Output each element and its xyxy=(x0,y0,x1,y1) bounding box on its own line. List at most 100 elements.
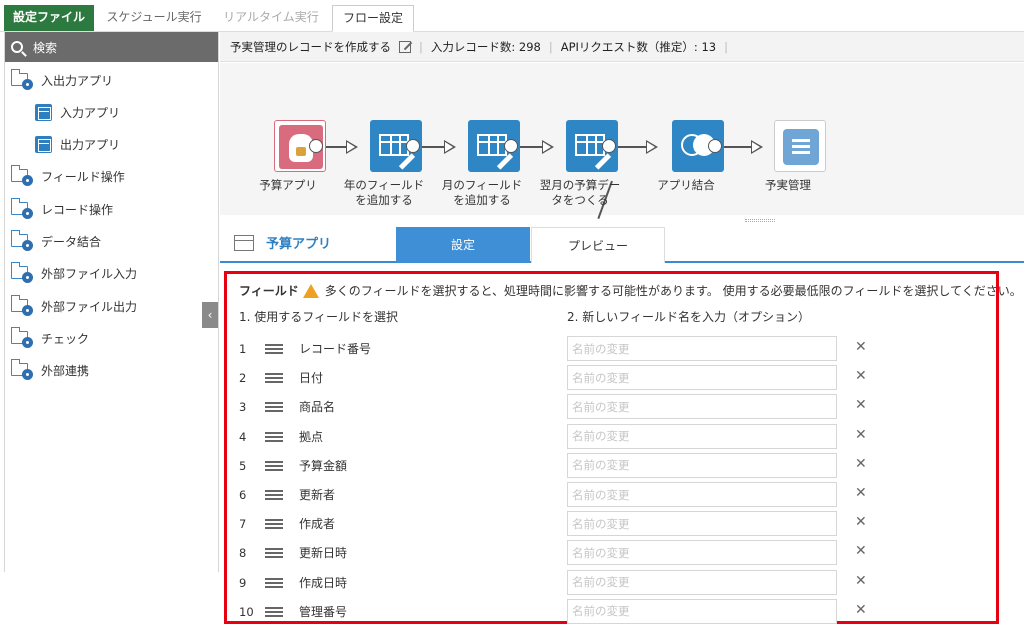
flow-node-app-join[interactable]: アプリ結合 xyxy=(657,120,736,193)
field-selection-panel: フィールド 多くのフィールドを選択すると、処理時間に影響する可能性があります。 … xyxy=(224,271,1022,624)
sidebar-collapse-button[interactable]: ‹ xyxy=(202,302,218,328)
drag-handle-icon[interactable] xyxy=(265,606,283,609)
field-name: 更新者 xyxy=(299,488,336,502)
column-header-rename: 2. 新しいフィールド名を入力（オプション） xyxy=(567,310,811,324)
sidebar-item-field-ops[interactable]: フィールド操作 xyxy=(11,164,125,188)
flow-name: 予実管理のレコードを作成する xyxy=(230,39,391,54)
rename-field-input[interactable] xyxy=(567,336,837,361)
panel-title-text: 予算アプリ xyxy=(266,237,332,252)
output-port[interactable] xyxy=(708,139,722,153)
flow-node-add-year-field[interactable]: 年のフィールド を追加する xyxy=(344,120,434,208)
sidebar-search[interactable]: 検索 xyxy=(5,32,218,62)
tab-flow-settings[interactable]: フロー設定 xyxy=(332,5,414,32)
remove-field-button[interactable]: ✕ xyxy=(855,573,867,589)
field-name: 作成日時 xyxy=(299,575,348,590)
flow-node-budget-app[interactable]: 予算アプリ xyxy=(259,120,338,193)
input-record-count: 入力レコード数: 298 xyxy=(430,39,541,54)
field-warning: フィールド 多くのフィールドを選択すると、処理時間に影響する可能性があります。 … xyxy=(239,282,1022,299)
api-request-count: APIリクエスト数（推定）: 13 xyxy=(560,39,717,54)
rename-field-input[interactable] xyxy=(567,423,837,449)
drag-handle-icon[interactable] xyxy=(265,577,283,580)
drag-handle-icon[interactable] xyxy=(265,460,283,463)
flow-canvas[interactable]: 予算アプリ 年のフィールド を追加する 月のフィールド を追加する 翌月の予算デ… xyxy=(220,63,1024,219)
remove-field-button[interactable]: ✕ xyxy=(855,456,867,472)
remove-field-button[interactable]: ✕ xyxy=(855,543,867,559)
table-row: 6 更新者 ✕ xyxy=(227,482,997,508)
output-app-icon xyxy=(35,135,52,153)
sidebar-item-check[interactable]: チェック xyxy=(11,326,89,350)
folder-gear-icon xyxy=(11,69,35,91)
remove-field-button[interactable]: ✕ xyxy=(855,514,867,530)
drag-handle-icon[interactable] xyxy=(265,431,283,434)
output-port[interactable] xyxy=(602,139,616,153)
sidebar-item-label: 外部ファイル入力 xyxy=(41,266,138,281)
flow-node-next-month-budget[interactable]: 翌月の予算デー タをつくる xyxy=(540,120,630,208)
arrow-icon xyxy=(346,140,358,154)
table-row: 9 作成日時 ✕ xyxy=(227,569,997,596)
drag-handle-icon[interactable] xyxy=(265,548,283,551)
rename-field-input[interactable] xyxy=(567,394,837,420)
field-name: レコード番号 xyxy=(299,342,372,356)
arrow-icon xyxy=(646,140,658,154)
warning-text: 多くのフィールドを選択すると、処理時間に影響する可能性があります。 使用する必要… xyxy=(324,284,1022,298)
sidebar-item-label: 入出力アプリ xyxy=(41,73,114,88)
rename-field-input[interactable] xyxy=(567,452,837,478)
remove-field-button[interactable]: ✕ xyxy=(855,485,867,501)
tab-preview[interactable]: プレビュー xyxy=(531,227,665,263)
sidebar-item-label: チェック xyxy=(41,331,90,346)
folder-gear-icon xyxy=(11,295,35,317)
sidebar-item-label: データ結合 xyxy=(41,234,102,249)
flow-node-budget-actual[interactable]: 予実管理 xyxy=(762,120,838,193)
table-row: 4 拠点 ✕ xyxy=(227,423,997,450)
output-port[interactable] xyxy=(504,139,518,153)
table-row: 2 日付 ✕ xyxy=(227,365,997,391)
tab-settings[interactable]: 設定 xyxy=(396,227,530,263)
sidebar-item-external-file-input[interactable]: 外部ファイル入力 xyxy=(11,261,137,285)
edit-icon[interactable] xyxy=(399,40,411,53)
rename-field-input[interactable] xyxy=(567,540,837,566)
sidebar-item-io-apps[interactable]: 入出力アプリ xyxy=(11,68,113,92)
sidebar-item-data-join[interactable]: データ結合 xyxy=(11,229,101,253)
sidebar-item-label: 外部連携 xyxy=(41,363,90,378)
remove-field-button[interactable]: ✕ xyxy=(855,339,867,355)
sidebar-item-external-file-output[interactable]: 外部ファイル出力 xyxy=(11,294,137,318)
arrow-icon xyxy=(542,140,554,154)
sidebar-item-record-ops[interactable]: レコード操作 xyxy=(11,197,113,221)
sidebar-item-label: レコード操作 xyxy=(41,202,114,217)
drag-handle-icon[interactable] xyxy=(265,344,283,346)
row-number: 6 xyxy=(239,488,247,502)
column-header-select: 1. 使用するフィールドを選択 xyxy=(239,310,399,324)
resize-handle[interactable] xyxy=(745,219,775,222)
sidebar-item-label: 外部ファイル出力 xyxy=(41,299,138,314)
rename-field-input[interactable] xyxy=(567,482,837,507)
output-port[interactable] xyxy=(406,139,420,153)
sidebar-item-external-integration[interactable]: 外部連携 xyxy=(11,358,89,382)
table-row: 8 更新日時 ✕ xyxy=(227,540,997,566)
remove-field-button[interactable]: ✕ xyxy=(855,427,867,443)
flow-node-add-month-field[interactable]: 月のフィールド を追加する xyxy=(442,120,532,208)
rename-field-input[interactable] xyxy=(567,598,837,624)
search-icon xyxy=(11,41,23,53)
rename-field-input[interactable] xyxy=(567,569,837,595)
rename-field-input[interactable] xyxy=(567,511,837,537)
rename-field-input[interactable] xyxy=(567,365,837,391)
row-number: 4 xyxy=(239,429,247,444)
drag-handle-icon[interactable] xyxy=(265,373,283,376)
tab-schedule-run[interactable]: スケジュール実行 xyxy=(98,5,210,32)
sidebar-item-input-app[interactable]: 入力アプリ xyxy=(35,100,120,124)
tab-realtime-run[interactable]: リアルタイム実行 xyxy=(214,5,328,32)
field-name: 予算金額 xyxy=(299,458,348,473)
drag-handle-icon[interactable] xyxy=(265,519,283,522)
output-port[interactable] xyxy=(309,139,323,153)
sidebar: 検索 入出力アプリ 入力アプリ 出力アプリ フィールド操作 レコード操作 データ… xyxy=(4,32,219,572)
drag-handle-icon[interactable] xyxy=(265,490,283,492)
flow-info-bar: 予実管理のレコードを作成する | 入力レコード数: 298 | APIリクエスト… xyxy=(220,32,1024,62)
drag-handle-icon[interactable] xyxy=(265,402,283,405)
sidebar-item-output-app[interactable]: 出力アプリ xyxy=(35,132,120,156)
tab-settings-file[interactable]: 設定ファイル xyxy=(4,5,94,31)
remove-field-button[interactable]: ✕ xyxy=(855,368,867,384)
remove-field-button[interactable]: ✕ xyxy=(855,602,867,618)
folder-gear-icon xyxy=(11,165,35,187)
row-number: 7 xyxy=(239,517,247,532)
remove-field-button[interactable]: ✕ xyxy=(855,397,867,413)
